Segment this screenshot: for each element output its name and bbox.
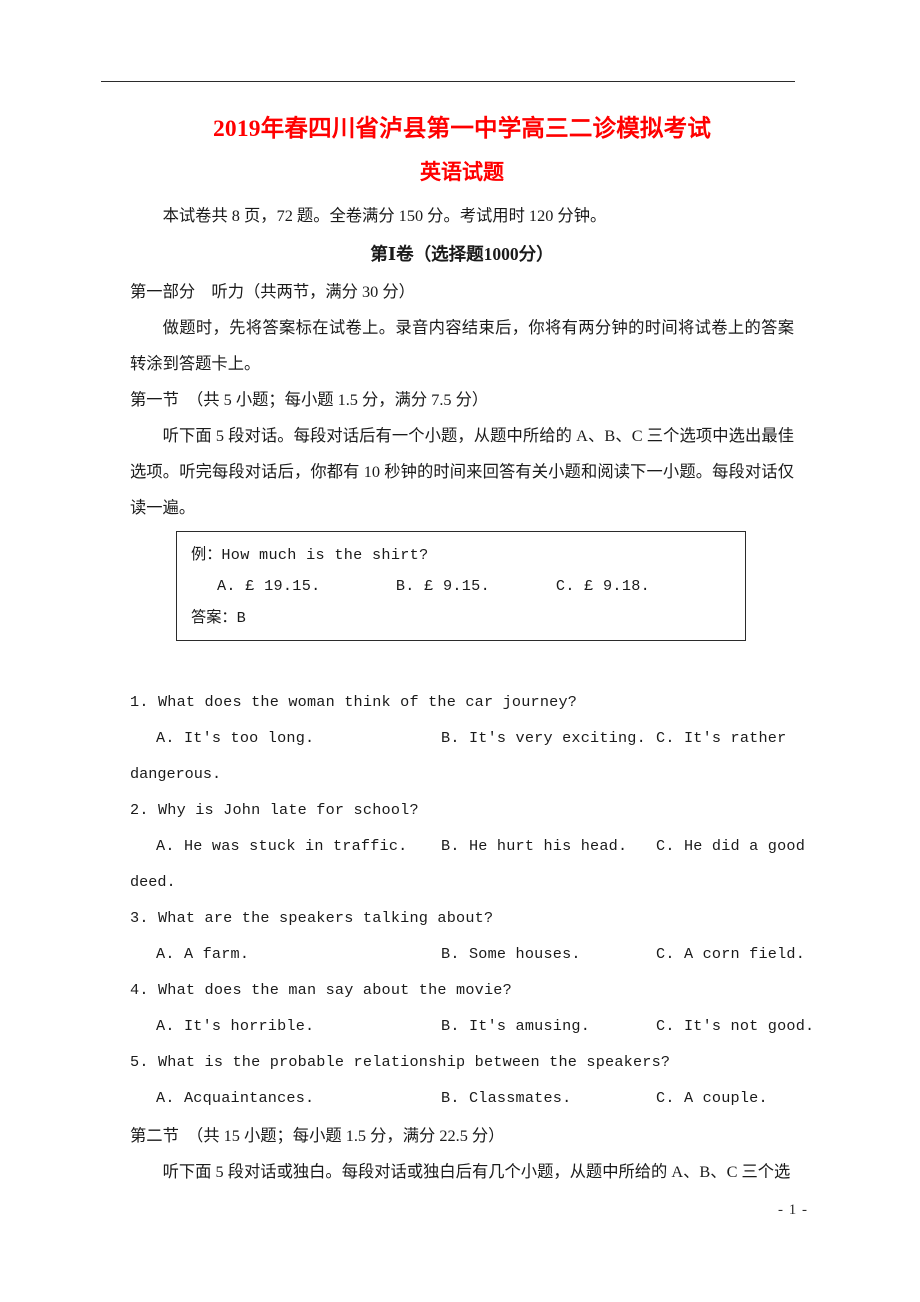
- example-option-c: C. £ 9.18.: [555, 577, 651, 595]
- example-option-a: A. £ 19.15.: [217, 577, 321, 595]
- question-options-row: A. Acquaintances. B. Classmates. C. A co…: [130, 1080, 794, 1116]
- volume-heading: 第Ⅰ卷（选择题1000分）: [370, 244, 554, 264]
- question-options-row: A. He was stuck in traffic. B. He hurt h…: [130, 828, 805, 864]
- section-one-instruction-text: 听下面 5 段对话。每段对话后有一个小题，从题中所给的 A、B、C 三个选项中选…: [130, 426, 794, 517]
- option-c[interactable]: C. A corn field.: [656, 936, 805, 972]
- question-stem: 5. What is the probable relationship bet…: [130, 1044, 794, 1080]
- option-b[interactable]: B. He hurt his head.: [441, 828, 656, 864]
- option-b[interactable]: B. Some houses.: [441, 936, 656, 972]
- question-item-2: 2. Why is John late for school? A. He wa…: [130, 792, 805, 900]
- example-question-box: 例：How much is the shirt? A. £ 19.15. B. …: [176, 531, 746, 641]
- example-prompt-text: How much is the shirt?: [221, 546, 429, 564]
- question-item-3: 3. What are the speakers talking about? …: [130, 900, 805, 972]
- question-number: 2.: [130, 801, 149, 819]
- section-one-heading: 第一节 （共 5 小题；每小题 1.5 分，满分 7.5 分）: [130, 390, 489, 409]
- section-two-block: 第二节 （共 15 小题；每小题 1.5 分，满分 22.5 分） 听下面 5 …: [130, 1118, 794, 1190]
- section-two-instruction-text: 听下面 5 段对话或独白。每段对话或独白后有几个小题，从题中所给的 A、B、C …: [162, 1162, 791, 1181]
- option-c[interactable]: C. It's not good.: [656, 1008, 814, 1044]
- question-stem: 4. What does the man say about the movie…: [130, 972, 794, 1008]
- question-options-row: A. It's horrible. B. It's amusing. C. It…: [130, 1008, 814, 1044]
- section-two-heading: 第二节 （共 15 小题；每小题 1.5 分，满分 22.5 分）: [130, 1126, 505, 1145]
- question-stem: 2. Why is John late for school?: [130, 792, 794, 828]
- question-text: What is the probable relationship betwee…: [157, 1053, 671, 1071]
- example-option-b: B. £ 9.15.: [395, 577, 491, 595]
- page-subtitle: 英语试题: [420, 160, 504, 184]
- option-b[interactable]: B. It's very exciting.: [441, 720, 656, 756]
- exam-info-text: 本试卷共 8 页，72 题。全卷满分 150 分。考试用时 120 分钟。: [162, 206, 607, 225]
- question-number: 4.: [130, 981, 149, 999]
- example-answer-label: 答案：: [191, 609, 237, 626]
- question-item-5: 5. What is the probable relationship bet…: [130, 1044, 794, 1116]
- option-a[interactable]: A. It's too long.: [156, 720, 441, 756]
- question-number: 1.: [130, 693, 149, 711]
- page-number-footer: - 1 -: [778, 1202, 808, 1218]
- general-instruction-text: 做题时，先将答案标在试卷上。录音内容结束后，你将有两分钟的时间将试卷上的答案转涂…: [130, 318, 794, 373]
- exam-paper-page: 2019年春四川省泸县第一中学高三二诊模拟考试 英语试题 本试卷共 8 页，72…: [0, 0, 920, 1302]
- option-a[interactable]: A. It's horrible.: [156, 1008, 441, 1044]
- example-answer-value: B: [236, 609, 246, 627]
- option-a[interactable]: A. He was stuck in traffic.: [156, 828, 441, 864]
- option-c-wrapped-tail: dangerous.: [130, 765, 222, 783]
- option-c[interactable]: C. A couple.: [656, 1080, 794, 1116]
- header-divider: [101, 81, 795, 82]
- question-text: What does the man say about the movie?: [157, 981, 512, 999]
- question-stem: 1. What does the woman think of the car …: [130, 684, 794, 720]
- option-a[interactable]: A. A farm.: [156, 936, 441, 972]
- example-prompt-line: 例：How much is the shirt?: [191, 539, 745, 571]
- question-stem: 3. What are the speakers talking about?: [130, 900, 794, 936]
- option-a[interactable]: A. Acquaintances.: [156, 1080, 441, 1116]
- example-prompt-label: 例：: [191, 546, 222, 563]
- option-b[interactable]: B. Classmates.: [441, 1080, 656, 1116]
- option-c[interactable]: C. He did a good: [656, 828, 805, 864]
- question-options-row: A. It's too long. B. It's very exciting.…: [130, 720, 794, 756]
- question-number: 5.: [130, 1053, 149, 1071]
- example-answer-line: 答案：B: [191, 602, 745, 634]
- question-item-4: 4. What does the man say about the movie…: [130, 972, 814, 1044]
- question-item-1: 1. What does the woman think of the car …: [130, 684, 794, 792]
- question-text: Why is John late for school?: [157, 801, 419, 819]
- listening-questions-list: 1. What does the woman think of the car …: [130, 684, 814, 1116]
- question-text: What are the speakers talking about?: [157, 909, 494, 927]
- example-options-line: A. £ 19.15. B. £ 9.15. C. £ 9.18.: [191, 571, 745, 602]
- question-text: What does the woman think of the car jou…: [157, 693, 578, 711]
- option-c-wrapped-tail: deed.: [130, 873, 176, 891]
- question-options-row: A. A farm. B. Some houses. C. A corn fie…: [130, 936, 805, 972]
- document-header-block: 2019年春四川省泸县第一中学高三二诊模拟考试 英语试题 本试卷共 8 页，72…: [130, 112, 794, 526]
- option-b[interactable]: B. It's amusing.: [441, 1008, 656, 1044]
- page-title: 2019年春四川省泸县第一中学高三二诊模拟考试: [212, 116, 712, 142]
- option-c[interactable]: C. It's rather: [656, 720, 794, 756]
- question-number: 3.: [130, 909, 149, 927]
- part-one-heading: 第一部分 听力（共两节，满分 30 分）: [130, 282, 415, 301]
